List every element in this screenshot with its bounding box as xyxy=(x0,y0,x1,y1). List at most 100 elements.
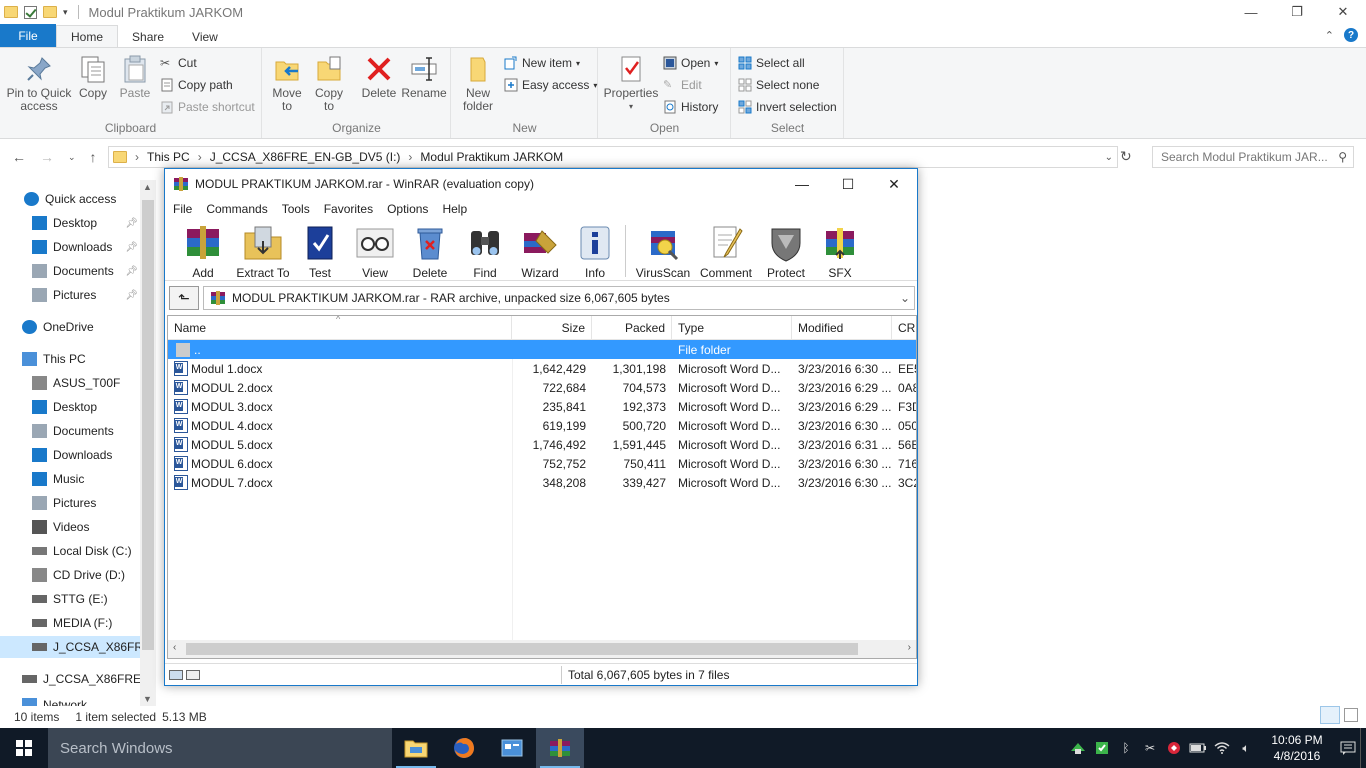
file-row[interactable]: Modul 1.docx 1,642,429 1,301,198 Microsoft … xyxy=(168,359,916,378)
view-button[interactable]: View xyxy=(347,223,403,280)
address-dropdown-icon[interactable]: ⌄ xyxy=(1105,152,1113,163)
minimize-button[interactable]: — xyxy=(1228,0,1274,24)
close-button[interactable]: ✕ xyxy=(1320,0,1366,24)
archive-path-field[interactable]: MODUL PRAKTIKUM JARKOM.rar - RAR archive… xyxy=(203,286,915,310)
open-button[interactable]: Open ▾ xyxy=(663,56,718,70)
breadcrumb-drive[interactable]: J_CCSA_X86FRE_EN-GB_DV5 (I:) xyxy=(210,150,401,164)
tab-file[interactable]: File xyxy=(0,24,56,48)
menu-options[interactable]: Options xyxy=(387,202,428,216)
sync-icon[interactable] xyxy=(1066,728,1090,768)
tools-icon[interactable]: ✂ xyxy=(1138,728,1162,768)
collapse-ribbon-icon[interactable]: ⌃ xyxy=(1325,29,1334,42)
parent-folder-row[interactable]: .. File folder xyxy=(168,340,916,359)
file-row[interactable]: MODUL 5.docx 1,746,492 1,591,445 Microsoft … xyxy=(168,435,916,454)
refresh-icon[interactable]: ↻ xyxy=(1120,148,1132,165)
extract-to-button[interactable]: Extract To xyxy=(233,223,293,280)
history-button[interactable]: History xyxy=(663,100,718,114)
column-type[interactable]: Type xyxy=(672,316,792,340)
virusscan-button[interactable]: VirusScan xyxy=(633,223,693,280)
details-view-icon[interactable] xyxy=(1320,706,1340,724)
nav-item-pictures[interactable]: Pictures xyxy=(0,492,140,514)
rename-button[interactable]: Rename xyxy=(401,54,447,100)
battery-icon[interactable] xyxy=(1186,728,1210,768)
find-button[interactable]: Find xyxy=(457,223,513,280)
file-row[interactable]: MODUL 2.docx 722,684 704,573 Microsoft Word… xyxy=(168,378,916,397)
winrar-maximize-button[interactable]: ☐ xyxy=(825,169,871,199)
nav-item-music[interactable]: Music xyxy=(0,468,140,490)
new-folder-icon[interactable] xyxy=(43,6,57,18)
easy-access-button[interactable]: Easy access ▾ xyxy=(504,78,597,92)
delete-button[interactable]: Delete xyxy=(359,54,399,100)
copy-to-button[interactable]: Copy to xyxy=(311,54,347,113)
bluetooth-icon[interactable]: ᛒ xyxy=(1114,728,1138,768)
nav-item-quick-access[interactable]: Quick access xyxy=(0,188,140,210)
pin-quick-access-button[interactable]: Pin to Quick access xyxy=(6,54,72,113)
edit-button[interactable]: ✎ Edit xyxy=(663,78,702,92)
scroll-right-icon[interactable]: › xyxy=(908,642,911,653)
scroll-up-icon[interactable]: ▲ xyxy=(143,182,152,192)
file-row[interactable]: MODUL 6.docx 752,752 750,411 Microsoft Word… xyxy=(168,454,916,473)
nav-item-videos[interactable]: Videos xyxy=(0,516,140,538)
nav-item-media-f[interactable]: MEDIA (F:) xyxy=(0,612,140,634)
large-icons-view-icon[interactable] xyxy=(1344,708,1358,722)
nav-item-j-ccsa-x86fre-e[interactable]: J_CCSA_X86FRE_E xyxy=(0,668,156,690)
info-button[interactable]: Info xyxy=(567,223,623,280)
taskbar-search[interactable]: Search Windows xyxy=(48,728,392,768)
properties-check-icon[interactable] xyxy=(24,5,37,19)
tab-view[interactable]: View xyxy=(178,25,232,48)
nav-item-desktop[interactable]: Desktop xyxy=(0,396,140,418)
up-folder-button[interactable]: ⬑ xyxy=(169,286,199,310)
tab-share[interactable]: Share xyxy=(118,25,178,48)
nav-item-sttg-e[interactable]: STTG (E:) xyxy=(0,588,140,610)
address-field[interactable]: › This PC › J_CCSA_X86FRE_EN-GB_DV5 (I:)… xyxy=(108,146,1118,168)
protect-button[interactable]: Protect xyxy=(758,223,814,280)
add-button[interactable]: Add xyxy=(175,223,231,280)
clock[interactable]: 10:06 PM 4/8/2016 xyxy=(1258,732,1336,764)
taskbar-file-explorer[interactable] xyxy=(392,728,440,768)
invert-selection-button[interactable]: Invert selection xyxy=(738,100,837,114)
move-to-button[interactable]: Move to xyxy=(269,54,305,113)
column-size[interactable]: Size xyxy=(512,316,592,340)
hscroll-thumb[interactable] xyxy=(186,643,858,655)
key-status-icon[interactable] xyxy=(186,669,200,680)
nav-item-downloads[interactable]: Downloads xyxy=(0,444,140,466)
nav-item-documents[interactable]: Documents xyxy=(0,420,140,442)
security-icon[interactable] xyxy=(1090,728,1114,768)
copy-button[interactable]: Copy xyxy=(76,54,110,100)
menu-tools[interactable]: Tools xyxy=(282,202,310,216)
paste-shortcut-button[interactable]: Paste shortcut xyxy=(160,100,255,114)
nav-item-pictures[interactable]: Pictures 📌︎ xyxy=(0,284,140,306)
breadcrumb-this-pc[interactable]: This PC xyxy=(147,150,190,164)
column-name[interactable]: Name ^ xyxy=(168,316,512,340)
scroll-left-icon[interactable]: ‹ xyxy=(173,642,176,653)
nav-item-this-pc[interactable]: This PC xyxy=(0,348,140,370)
column-packed[interactable]: Packed xyxy=(592,316,672,340)
nav-item-desktop[interactable]: Desktop 📌︎ xyxy=(0,212,140,234)
winrar-minimize-button[interactable]: — xyxy=(779,169,825,199)
maximize-button[interactable]: ❐ xyxy=(1274,0,1320,24)
column-crc[interactable]: CRC32 xyxy=(892,316,916,340)
start-button[interactable] xyxy=(0,728,48,768)
nav-item-cd-drive-d[interactable]: CD Drive (D:) xyxy=(0,564,140,586)
tab-home[interactable]: Home xyxy=(56,25,119,48)
action-center-icon[interactable] xyxy=(1336,728,1360,768)
file-row[interactable]: MODUL 4.docx 619,199 500,720 Microsoft Word… xyxy=(168,416,916,435)
comment-button[interactable]: Comment xyxy=(695,223,757,280)
path-dropdown-icon[interactable]: ⌄ xyxy=(900,291,910,305)
select-all-button[interactable]: Select all xyxy=(738,56,805,70)
nav-item-documents[interactable]: Documents 📌︎ xyxy=(0,260,140,282)
qat-dropdown-icon[interactable]: ▾ xyxy=(63,7,68,18)
taskbar-firefox[interactable] xyxy=(440,728,488,768)
wifi-icon[interactable] xyxy=(1210,728,1234,768)
nav-item-onedrive[interactable]: OneDrive xyxy=(0,316,140,338)
paste-button[interactable]: Paste xyxy=(118,54,152,100)
volume-icon[interactable]: 🔈︎ xyxy=(1234,728,1258,768)
properties-button[interactable]: Properties ▾ xyxy=(603,54,659,113)
nav-item-asus-t00f[interactable]: ASUS_T00F xyxy=(0,372,140,394)
select-none-button[interactable]: Select none xyxy=(738,78,819,92)
nav-item-network[interactable]: Network xyxy=(0,694,140,706)
column-modified[interactable]: Modified xyxy=(792,316,892,340)
copy-path-button[interactable]: Copy path xyxy=(160,78,233,92)
menu-help[interactable]: Help xyxy=(442,202,467,216)
file-row[interactable]: MODUL 7.docx 348,208 339,427 Microsoft Word… xyxy=(168,473,916,492)
